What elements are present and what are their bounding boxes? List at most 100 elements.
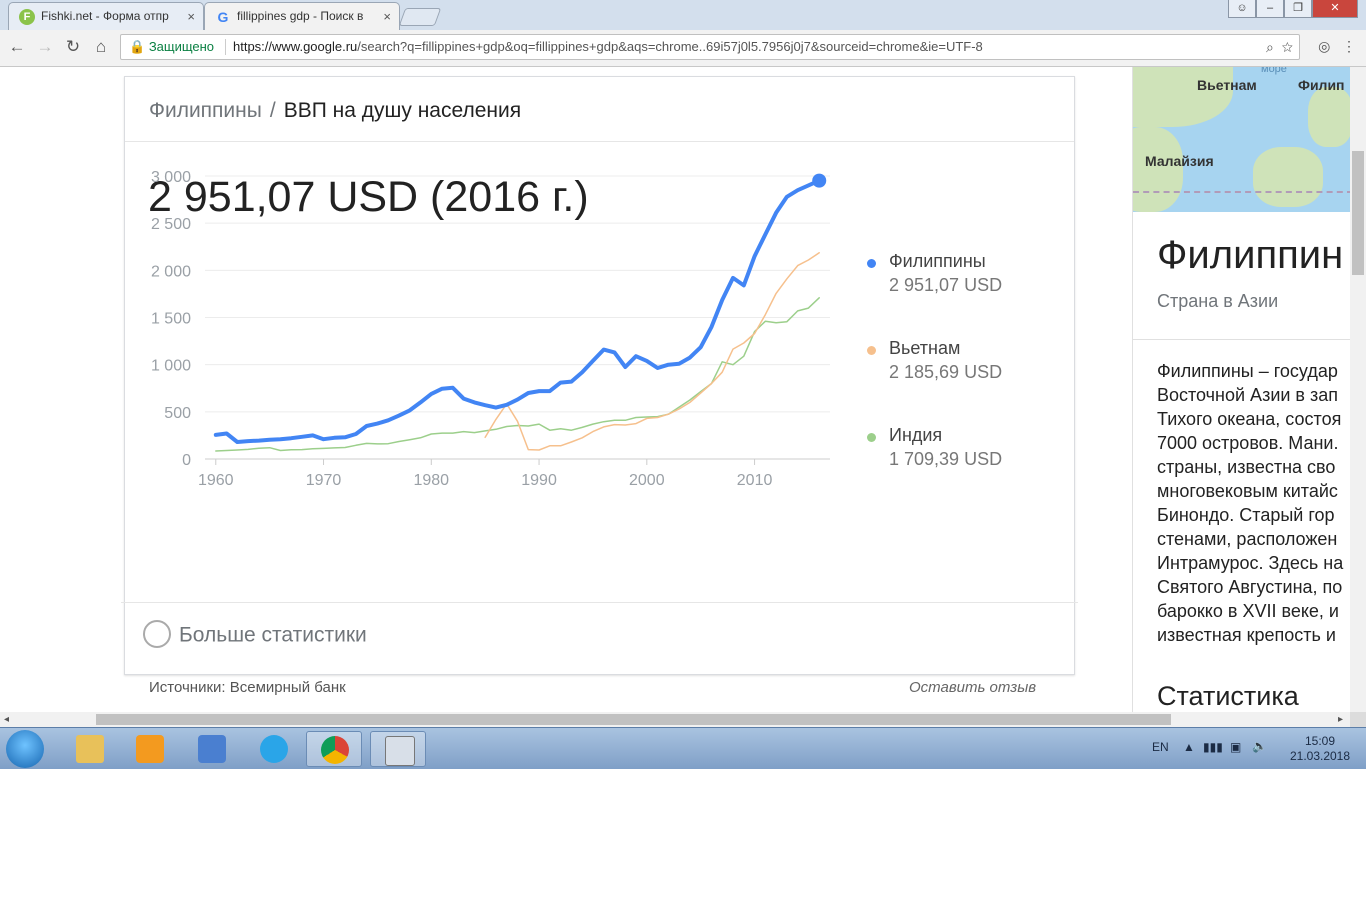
chrome-icon bbox=[321, 736, 349, 764]
scrollbar-thumb[interactable] bbox=[96, 714, 1171, 725]
map-land bbox=[1133, 67, 1233, 127]
map-border bbox=[1133, 191, 1350, 193]
fishki-favicon-icon: F bbox=[19, 9, 35, 25]
x-tick-label: 1980 bbox=[413, 472, 449, 489]
show-hidden-icons-icon[interactable]: ▲ bbox=[1183, 740, 1195, 754]
chrome-taskbar-icon[interactable] bbox=[306, 731, 362, 767]
more-stats-label: Больше статистики bbox=[179, 623, 367, 647]
close-window-button[interactable]: ✕ bbox=[1312, 0, 1358, 18]
page-content: Филиппины / ВВП на душу населения 2 951,07… bbox=[0, 67, 1350, 712]
legend-name: Филиппины bbox=[889, 251, 986, 271]
legend-dot bbox=[867, 259, 876, 268]
close-tab-icon[interactable]: × bbox=[383, 3, 391, 30]
reload-icon[interactable]: ↻ bbox=[62, 36, 84, 58]
language-indicator[interactable]: EN bbox=[1152, 740, 1169, 754]
divider bbox=[125, 141, 1074, 142]
forward-icon[interactable]: → bbox=[34, 36, 56, 58]
address-bar[interactable]: 🔒 Защищено https://www.google.ru/search?… bbox=[120, 34, 1300, 60]
calculator-taskbar-icon[interactable] bbox=[370, 731, 426, 767]
scroll-right-icon[interactable]: ▸ bbox=[1338, 712, 1343, 727]
kp-description-line: Святого Августина, по bbox=[1157, 577, 1343, 597]
series-line-1 bbox=[484, 252, 820, 451]
explorer-taskbar-icon[interactable] bbox=[62, 731, 118, 767]
google-favicon-icon: G bbox=[217, 9, 229, 25]
tab-strip: F Fishki.net - Форма отпр × G fillippine… bbox=[0, 0, 1366, 30]
breadcrumb-separator: / bbox=[269, 99, 276, 122]
url-domain: https://www.google.ru bbox=[233, 39, 358, 54]
minimize-button[interactable]: – bbox=[1256, 0, 1284, 18]
restore-button[interactable]: ❐ bbox=[1284, 0, 1312, 18]
kp-description-line: Бинондо. Старый гор bbox=[1157, 505, 1335, 525]
folder-icon bbox=[76, 735, 104, 763]
tab-title: Fishki.net - Форма отпр bbox=[41, 9, 169, 23]
secure-label: Защищено bbox=[148, 39, 215, 54]
gdp-card: Филиппины / ВВП на душу населения 2 951,07… bbox=[121, 76, 1078, 675]
kp-description-line: барокко в XVII веке, и bbox=[1157, 601, 1339, 621]
tab-fishki[interactable]: F Fishki.net - Форма отпр × bbox=[8, 2, 204, 30]
legend-name: Вьетнам bbox=[889, 338, 961, 358]
tab-title: fillippines gdp - Поиск в bbox=[237, 9, 364, 23]
start-button[interactable] bbox=[6, 730, 44, 768]
clock-time: 15:09 bbox=[1304, 734, 1336, 748]
kp-description-line: Восточной Азии в зап bbox=[1157, 385, 1339, 405]
url-text: https://www.google.ru/search?q=fillippin… bbox=[233, 35, 983, 59]
more-stats-link[interactable]: Больше статистики bbox=[143, 620, 367, 650]
user-icon[interactable]: ☺ bbox=[1228, 0, 1256, 18]
home-icon[interactable]: ⌂ bbox=[90, 36, 112, 58]
secure-indicator[interactable]: 🔒 Защищено bbox=[129, 35, 214, 59]
map-label: Малайзия bbox=[1145, 153, 1214, 169]
kp-description-line: 7000 островов. Мани. bbox=[1157, 433, 1339, 453]
zoom-icon[interactable]: ⌕ bbox=[1266, 39, 1274, 55]
media-player-taskbar-icon[interactable] bbox=[122, 731, 178, 767]
tab-google-search[interactable]: G fillippines gdp - Поиск в × bbox=[204, 2, 400, 30]
y-tick-label: 0 bbox=[182, 452, 191, 469]
divider bbox=[121, 602, 1078, 603]
window-controls: ☺ – ❐ ✕ bbox=[1228, 0, 1358, 18]
x-tick-label: 1970 bbox=[306, 472, 342, 489]
ie-icon bbox=[260, 735, 288, 763]
kp-description-line: многовековым китайс bbox=[1157, 481, 1338, 501]
series-end-marker bbox=[812, 173, 827, 188]
x-tick-label: 1990 bbox=[521, 472, 557, 489]
app-taskbar-icon[interactable] bbox=[184, 731, 240, 767]
y-tick-label: 3 000 bbox=[151, 169, 191, 186]
clock[interactable]: 15:09 21.03.2018 bbox=[1282, 734, 1358, 764]
ie-taskbar-icon[interactable] bbox=[246, 731, 302, 767]
taskbar: EN ▲ ▮▮▮ ▣ 🔈 15:09 21.03.2018 bbox=[0, 727, 1366, 769]
map-label: Филип bbox=[1298, 77, 1345, 93]
globe-icon bbox=[143, 620, 171, 648]
vertical-scrollbar[interactable] bbox=[1350, 67, 1366, 712]
kp-description-line: Интрамурос. Здесь на bbox=[1157, 553, 1344, 573]
close-tab-icon[interactable]: × bbox=[187, 3, 195, 30]
breadcrumb-metric: ВВП на душу населения bbox=[283, 99, 522, 122]
url-path: /search?q=fillippines+gdp&oq=fillippines… bbox=[357, 39, 983, 54]
series-line-0 bbox=[213, 178, 822, 444]
map-label: Вьетнам bbox=[1197, 77, 1257, 93]
app-icon bbox=[198, 735, 226, 763]
legend-name: Индия bbox=[889, 425, 943, 445]
back-icon[interactable]: ← bbox=[6, 36, 28, 58]
kp-subtitle: Страна в Азии bbox=[1157, 291, 1279, 311]
menu-icon[interactable]: ⋮ bbox=[1342, 38, 1356, 54]
x-tick-label: 2000 bbox=[629, 472, 665, 489]
y-tick-label: 500 bbox=[164, 405, 191, 422]
clock-date: 21.03.2018 bbox=[1289, 749, 1351, 763]
new-tab-button[interactable] bbox=[398, 8, 442, 26]
extension-icon[interactable]: ◎ bbox=[1318, 38, 1330, 54]
y-tick-label: 2 000 bbox=[151, 263, 191, 280]
volume-icon[interactable]: 🔈 bbox=[1252, 739, 1267, 753]
legend-value: 2 951,07 USD bbox=[889, 275, 1003, 295]
media-icon bbox=[136, 735, 164, 763]
horizontal-scrollbar[interactable]: ◂ ▸ bbox=[0, 712, 1350, 727]
breadcrumb-country[interactable]: Филиппины bbox=[149, 99, 262, 122]
bookmark-star-icon[interactable]: ☆ bbox=[1282, 39, 1293, 55]
feedback-link[interactable]: Оставить отзыв bbox=[909, 679, 1036, 696]
power-icon[interactable]: ▣ bbox=[1230, 740, 1241, 754]
network-icon[interactable]: ▮▮▮ bbox=[1203, 740, 1223, 754]
knowledge-panel: море Вьетнам Филип Малайзия Филиппин Стр… bbox=[1132, 67, 1350, 712]
country-map[interactable]: море Вьетнам Филип Малайзия bbox=[1133, 67, 1350, 212]
scrollbar-thumb[interactable] bbox=[1352, 151, 1364, 275]
y-tick-label: 1 000 bbox=[151, 358, 191, 375]
scroll-left-icon[interactable]: ◂ bbox=[4, 712, 9, 727]
x-tick-label: 1960 bbox=[198, 472, 234, 489]
